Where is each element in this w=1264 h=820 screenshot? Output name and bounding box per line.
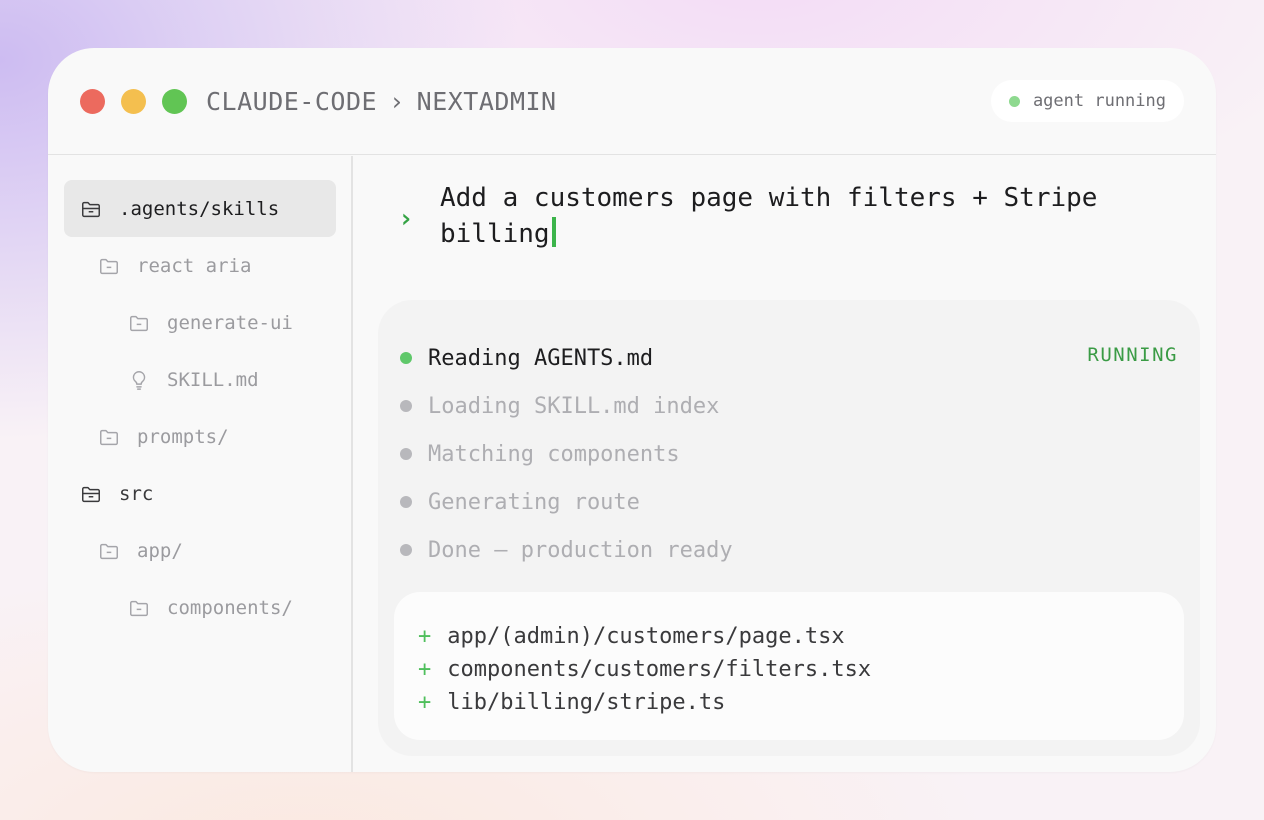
step-status-dot-icon bbox=[400, 400, 412, 412]
added-file-marker: + bbox=[418, 657, 432, 682]
file-row[interactable]: + components/customers/filters.tsx bbox=[418, 653, 1184, 686]
running-badge: RUNNING bbox=[1087, 344, 1178, 366]
step-item: Done — production ready bbox=[400, 535, 733, 565]
tree-item-label: SKILL.md bbox=[167, 368, 259, 391]
step-status-dot-icon bbox=[400, 544, 412, 556]
breadcrumb-separator: › bbox=[389, 86, 405, 116]
tree-item-prompts[interactable]: prompts/ bbox=[98, 408, 229, 465]
folder-icon bbox=[130, 315, 148, 331]
folder-icon bbox=[100, 258, 118, 274]
step-label: Done — production ready bbox=[428, 537, 733, 563]
step-item: Loading SKILL.md index bbox=[400, 391, 719, 421]
lightbulb-icon bbox=[132, 370, 146, 390]
breadcrumb-project[interactable]: CLAUDE-CODE bbox=[206, 87, 377, 116]
status-badge: agent running bbox=[990, 80, 1184, 122]
step-label: Reading AGENTS.md bbox=[428, 345, 654, 371]
breadcrumb: CLAUDE-CODE › NEXTADMIN bbox=[206, 84, 557, 118]
maximize-window-button[interactable] bbox=[162, 89, 187, 114]
step-item: Generating route bbox=[400, 487, 640, 517]
added-file-marker: + bbox=[418, 624, 432, 649]
added-file-marker: + bbox=[418, 690, 432, 715]
text-cursor bbox=[551, 217, 556, 247]
tree-item-label: components/ bbox=[167, 596, 293, 619]
step-status-dot-icon bbox=[400, 352, 412, 364]
step-status-dot-icon bbox=[400, 448, 412, 460]
step-item: Reading AGENTS.md bbox=[400, 343, 653, 373]
folder-icon bbox=[130, 600, 148, 616]
file-path: components/customers/filters.tsx bbox=[447, 657, 872, 682]
tree-item-app[interactable]: app/ bbox=[98, 522, 183, 579]
tree-item-label: prompts/ bbox=[137, 425, 229, 448]
status-dot-icon bbox=[1008, 95, 1020, 107]
folder-open-icon bbox=[82, 201, 100, 217]
prompt-caret-icon: › bbox=[398, 204, 414, 234]
close-window-button[interactable] bbox=[80, 89, 105, 114]
minimize-window-button[interactable] bbox=[121, 89, 146, 114]
file-path: lib/billing/stripe.ts bbox=[447, 690, 726, 715]
folder-icon bbox=[100, 543, 118, 559]
title-bar: CLAUDE-CODE › NEXTADMIN agent running bbox=[48, 48, 1216, 155]
step-status-dot-icon bbox=[400, 496, 412, 508]
app-window: CLAUDE-CODE › NEXTADMIN agent running .a… bbox=[48, 48, 1216, 772]
file-path: app/(admin)/customers/page.tsx bbox=[447, 624, 845, 649]
file-tree-sidebar: .agents/skills react aria generate-ui SK… bbox=[48, 156, 353, 772]
file-row[interactable]: + app/(admin)/customers/page.tsx bbox=[418, 620, 1184, 653]
step-item: Matching components bbox=[400, 439, 680, 469]
tree-item-components[interactable]: components/ bbox=[128, 579, 293, 636]
file-row[interactable]: + lib/billing/stripe.ts bbox=[418, 686, 1184, 719]
tree-item-src[interactable]: src bbox=[80, 465, 153, 522]
tree-item-react-aria[interactable]: react aria bbox=[98, 237, 251, 294]
prompt-text: Add a customers page with filters + Stri… bbox=[440, 183, 1098, 249]
tree-item-label: .agents/skills bbox=[119, 197, 280, 220]
tree-item-agents-skills[interactable]: .agents/skills bbox=[64, 180, 336, 237]
tree-item-generate-ui[interactable]: generate-ui bbox=[128, 294, 293, 351]
folder-open-icon bbox=[82, 486, 100, 502]
agent-main-panel: › Add a customers page with filters + St… bbox=[354, 156, 1216, 772]
step-label: Matching components bbox=[428, 441, 680, 467]
tree-item-label: generate-ui bbox=[167, 311, 293, 334]
changed-files-list: + app/(admin)/customers/page.tsx + compo… bbox=[394, 592, 1184, 740]
tree-item-skill-md[interactable]: SKILL.md bbox=[128, 351, 259, 408]
tree-item-label: src bbox=[119, 482, 154, 505]
status-label: agent running bbox=[1032, 91, 1166, 111]
tree-item-label: app/ bbox=[137, 539, 183, 562]
folder-icon bbox=[100, 429, 118, 445]
step-label: Loading SKILL.md index bbox=[428, 393, 720, 419]
agent-steps-panel: Reading AGENTS.md RUNNING Loading SKILL.… bbox=[378, 300, 1200, 756]
prompt-input[interactable]: Add a customers page with filters + Stri… bbox=[440, 180, 1180, 252]
step-label: Generating route bbox=[428, 489, 640, 515]
tree-item-label: react aria bbox=[137, 254, 252, 277]
breadcrumb-repo[interactable]: NEXTADMIN bbox=[417, 87, 557, 116]
